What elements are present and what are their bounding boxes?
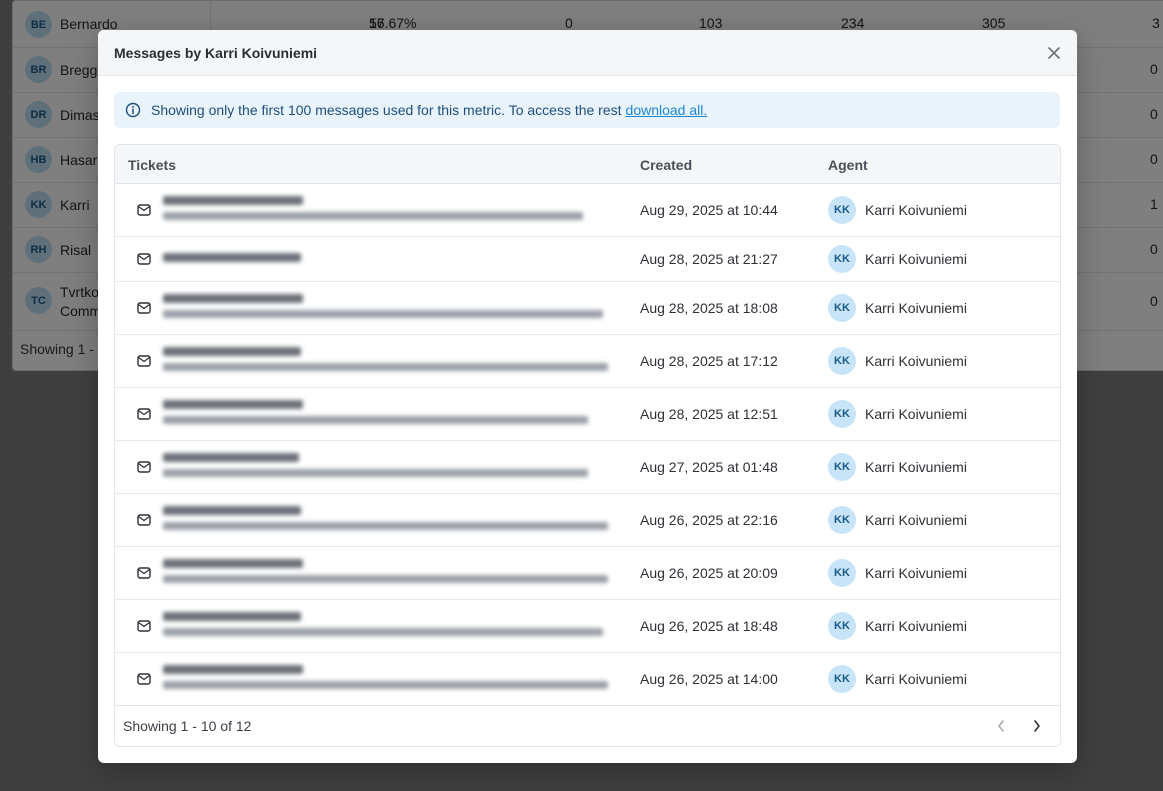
avatar: KK <box>828 400 856 428</box>
table-row[interactable]: Aug 28, 2025 at 21:27 KK Karri Koivuniem… <box>115 237 1060 282</box>
mail-icon <box>137 514 151 526</box>
messages-table: Tickets Created Agent Aug 29, 2025 at 10… <box>114 144 1061 747</box>
ticket-preview-redacted <box>163 196 608 226</box>
modal-title: Messages by Karri Koivuniemi <box>114 45 318 61</box>
agent-name: Karri Koivuniemi <box>865 671 967 687</box>
mail-icon <box>137 204 151 216</box>
agent-name: Karri Koivuniemi <box>865 459 967 475</box>
ticket-preview-redacted <box>163 665 608 695</box>
pagination-text: Showing 1 - 10 of 12 <box>123 718 252 734</box>
table-row[interactable]: Aug 26, 2025 at 14:00 KK Karri Koivuniem… <box>115 653 1060 706</box>
avatar: KK <box>828 347 856 375</box>
table-row[interactable]: Aug 29, 2025 at 10:44 KK Karri Koivuniem… <box>115 184 1060 237</box>
created-date: Aug 28, 2025 at 18:08 <box>640 300 778 316</box>
ticket-preview-redacted <box>163 559 608 589</box>
chevron-left-icon <box>998 720 1004 732</box>
info-icon <box>125 102 141 118</box>
table-row[interactable]: Aug 26, 2025 at 18:48 KK Karri Koivuniem… <box>115 600 1060 653</box>
agent-name: Karri Koivuniemi <box>865 353 967 369</box>
chevron-right-icon <box>1034 720 1040 732</box>
avatar: KK <box>828 294 856 322</box>
agent-name: Karri Koivuniemi <box>865 251 967 267</box>
next-page-button[interactable] <box>1028 717 1046 735</box>
table-row[interactable]: Aug 26, 2025 at 22:16 KK Karri Koivuniem… <box>115 494 1060 547</box>
created-date: Aug 26, 2025 at 14:00 <box>640 671 778 687</box>
close-button[interactable] <box>1045 44 1063 62</box>
ticket-preview-redacted <box>163 347 608 377</box>
agent-name: Karri Koivuniemi <box>865 512 967 528</box>
avatar: KK <box>828 665 856 693</box>
mail-icon <box>137 620 151 632</box>
ticket-preview-redacted <box>163 506 608 536</box>
created-date: Aug 26, 2025 at 22:16 <box>640 512 778 528</box>
mail-icon <box>137 567 151 579</box>
created-date: Aug 28, 2025 at 17:12 <box>640 353 778 369</box>
modal-header: Messages by Karri Koivuniemi <box>98 30 1077 76</box>
avatar: KK <box>828 612 856 640</box>
ticket-preview-redacted <box>163 294 608 324</box>
table-row[interactable]: Aug 28, 2025 at 12:51 KK Karri Koivuniem… <box>115 388 1060 441</box>
created-date: Aug 27, 2025 at 01:48 <box>640 459 778 475</box>
table-row[interactable]: Aug 28, 2025 at 17:12 KK Karri Koivuniem… <box>115 335 1060 388</box>
table-row[interactable]: Aug 26, 2025 at 20:09 KK Karri Koivuniem… <box>115 547 1060 600</box>
close-icon <box>1048 47 1060 59</box>
avatar: KK <box>828 196 856 224</box>
messages-modal: Messages by Karri Koivuniemi Showing onl… <box>98 30 1077 763</box>
mail-icon <box>137 302 151 314</box>
info-banner: Showing only the first 100 messages used… <box>114 92 1060 128</box>
avatar: KK <box>828 453 856 481</box>
agent-name: Karri Koivuniemi <box>865 618 967 634</box>
mail-icon <box>137 355 151 367</box>
ticket-preview-redacted <box>163 453 608 483</box>
created-date: Aug 28, 2025 at 21:27 <box>640 251 778 267</box>
table-header: Tickets Created Agent <box>115 145 1060 184</box>
mail-icon <box>137 461 151 473</box>
agent-name: Karri Koivuniemi <box>865 406 967 422</box>
column-header-created[interactable]: Created <box>640 157 692 173</box>
mail-icon <box>137 253 151 265</box>
created-date: Aug 28, 2025 at 12:51 <box>640 406 778 422</box>
agent-name: Karri Koivuniemi <box>865 565 967 581</box>
previous-page-button[interactable] <box>992 717 1010 735</box>
ticket-preview-redacted <box>163 612 608 642</box>
created-date: Aug 26, 2025 at 20:09 <box>640 565 778 581</box>
avatar: KK <box>828 245 856 273</box>
agent-name: Karri Koivuniemi <box>865 202 967 218</box>
created-date: Aug 29, 2025 at 10:44 <box>640 202 778 218</box>
avatar: KK <box>828 559 856 587</box>
mail-icon <box>137 408 151 420</box>
created-date: Aug 26, 2025 at 18:48 <box>640 618 778 634</box>
ticket-preview-redacted <box>163 400 608 430</box>
ticket-preview-redacted <box>163 253 608 269</box>
table-footer: Showing 1 - 10 of 12 <box>115 705 1060 746</box>
download-all-link[interactable]: download all. <box>626 102 708 118</box>
table-row[interactable]: Aug 28, 2025 at 18:08 KK Karri Koivuniem… <box>115 282 1060 335</box>
mail-icon <box>137 673 151 685</box>
banner-text: Showing only the first 100 messages used… <box>151 102 622 118</box>
table-row[interactable]: Aug 27, 2025 at 01:48 KK Karri Koivuniem… <box>115 441 1060 494</box>
column-header-agent[interactable]: Agent <box>828 157 868 173</box>
agent-name: Karri Koivuniemi <box>865 300 967 316</box>
column-header-tickets[interactable]: Tickets <box>128 157 176 173</box>
avatar: KK <box>828 506 856 534</box>
